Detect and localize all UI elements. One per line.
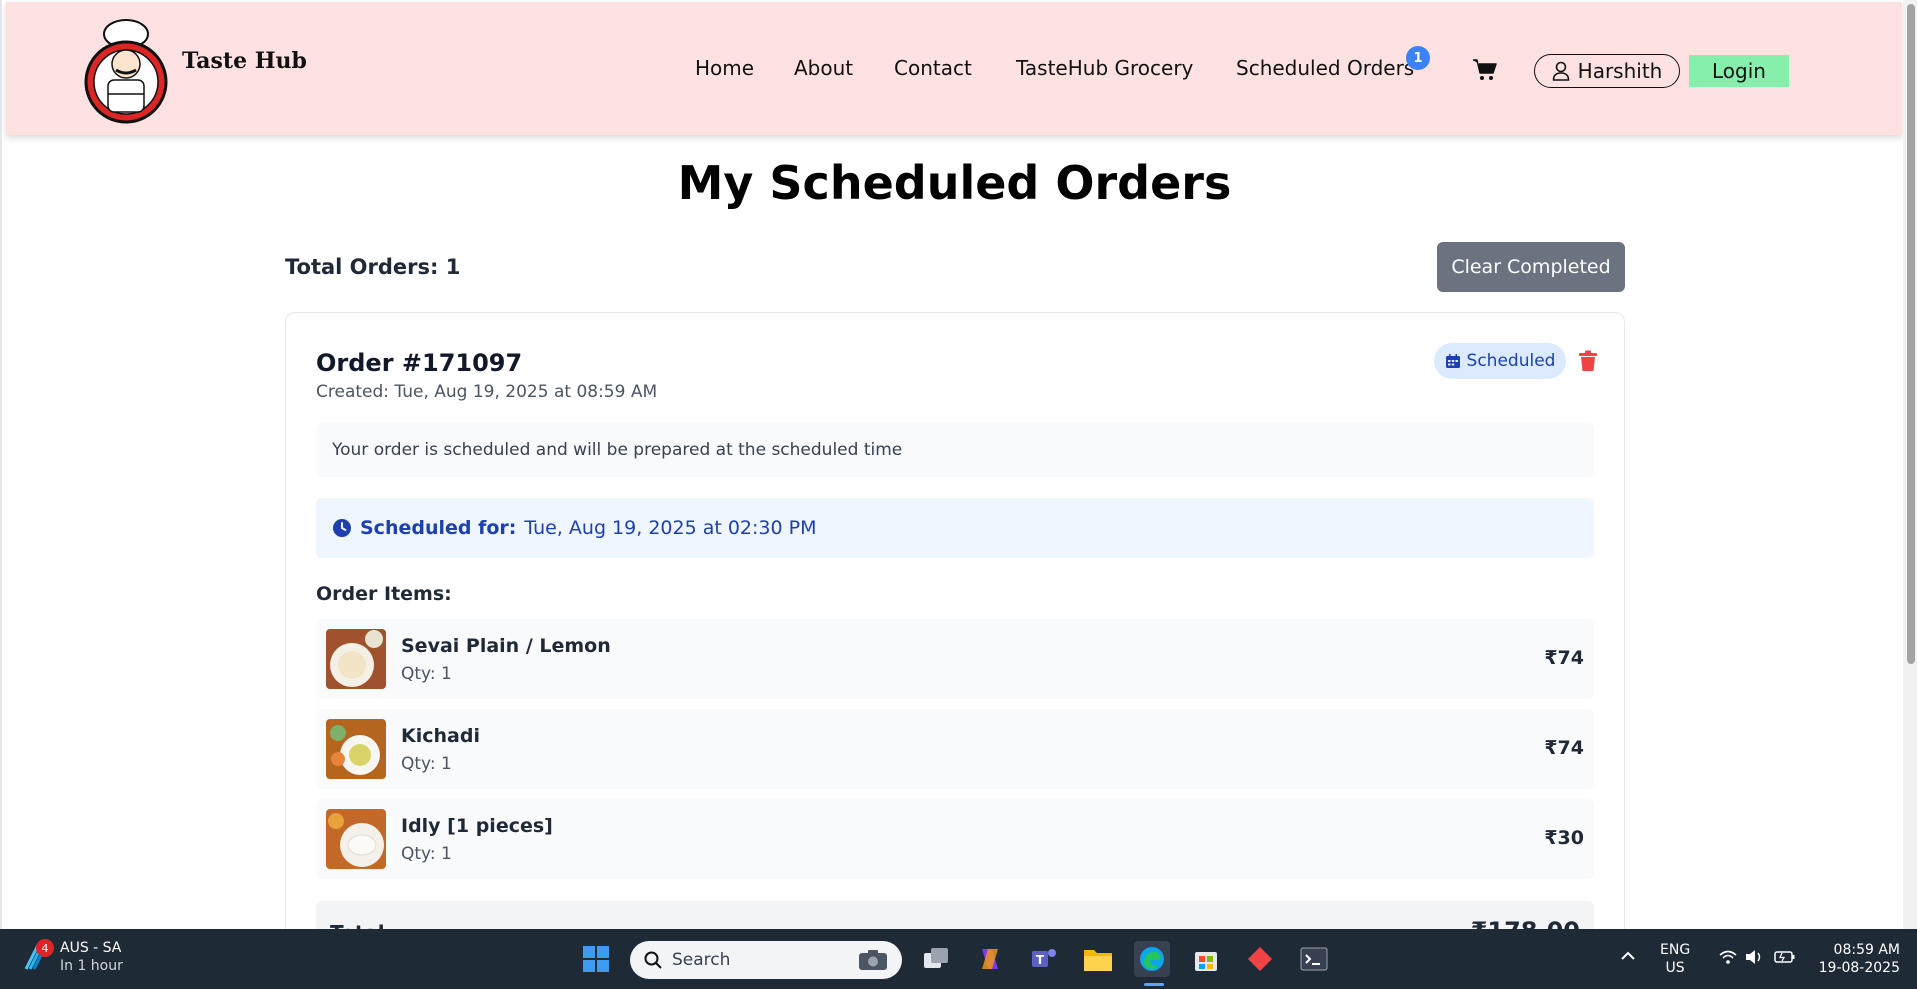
food-image-kichadi <box>326 719 386 779</box>
status-label: Scheduled <box>1466 351 1556 371</box>
item-name: Sevai Plain / Lemon <box>401 635 611 657</box>
total-orders-count: Total Orders: 1 <box>285 255 461 279</box>
clock-date: 19-08-2025 <box>1818 960 1900 976</box>
chevron-up-icon[interactable] <box>1620 949 1636 965</box>
food-image-sevai <box>326 629 386 689</box>
navbar: Taste Hub Home About Contact TasteHub Gr… <box>6 2 1902 135</box>
order-created-date: Created: Tue, Aug 19, 2025 at 08:59 AM <box>316 382 658 402</box>
windows-taskbar: 4 AUS - SA In 1 hour Search T ENG US 08:… <box>0 929 1917 989</box>
scheduled-time-box: Scheduled for: Tue, Aug 19, 2025 at 02:3… <box>316 498 1594 558</box>
item-name: Kichadi <box>401 725 480 747</box>
order-card: Order #171097 Created: Tue, Aug 19, 2025… <box>285 312 1625 929</box>
copilot-icon[interactable] <box>972 941 1008 977</box>
brand-name[interactable]: Taste Hub <box>182 48 307 74</box>
clock-time: 08:59 AM <box>1833 942 1900 958</box>
order-total-row: Total: ₹178.00 <box>316 901 1594 929</box>
weather-badge: 4 <box>36 939 54 957</box>
windows-start-icon[interactable] <box>578 941 614 977</box>
active-app-indicator <box>1144 983 1164 986</box>
calendar-icon <box>1445 354 1460 368</box>
page-scrollbar[interactable] <box>1903 0 1917 929</box>
search-icon <box>644 951 662 969</box>
language-bottom: US <box>1665 960 1685 976</box>
browser-viewport: Taste Hub Home About Contact TasteHub Gr… <box>0 0 1917 929</box>
user-icon <box>1552 61 1569 81</box>
trash-icon[interactable] <box>1578 350 1598 372</box>
item-price: ₹30 <box>1544 827 1584 849</box>
item-qty: Qty: 1 <box>401 664 452 684</box>
food-image-idly <box>326 809 386 869</box>
weather-subtitle: In 1 hour <box>60 958 123 974</box>
order-item: Idly [1 pieces] Qty: 1 ₹30 <box>316 799 1594 879</box>
cricket-icon: 4 <box>20 939 54 973</box>
nav-home[interactable]: Home <box>695 56 754 80</box>
weather-widget[interactable]: 4 AUS - SA In 1 hour <box>20 939 123 975</box>
item-price: ₹74 <box>1544 647 1584 669</box>
item-price: ₹74 <box>1544 737 1584 759</box>
nav-scheduled-orders[interactable]: Scheduled Orders <box>1236 56 1414 80</box>
order-item: Kichadi Qty: 1 ₹74 <box>316 709 1594 789</box>
scheduled-for-label: Scheduled for: <box>360 517 517 539</box>
order-status-message: Your order is scheduled and will be prep… <box>316 423 1594 477</box>
order-id: Order #171097 <box>316 349 523 377</box>
clock-icon <box>333 519 351 537</box>
file-explorer-icon[interactable] <box>1080 941 1116 977</box>
page-title: My Scheduled Orders <box>677 156 1232 210</box>
nav-about[interactable]: About <box>794 56 853 80</box>
user-profile-button[interactable]: Harshith <box>1534 54 1680 88</box>
camera-icon <box>859 950 887 970</box>
total-label: Total: <box>330 921 393 929</box>
scrollbar-thumb[interactable] <box>1907 4 1915 664</box>
clear-completed-button[interactable]: Clear Completed <box>1437 242 1625 292</box>
weather-title: AUS - SA <box>60 940 122 956</box>
volume-icon[interactable] <box>1744 949 1764 969</box>
scheduled-count-badge: 1 <box>1406 46 1430 70</box>
chef-logo[interactable] <box>78 14 174 124</box>
task-view-icon[interactable] <box>918 941 954 977</box>
taskbar-search[interactable]: Search <box>630 941 902 979</box>
status-message-text: Your order is scheduled and will be prep… <box>332 440 903 460</box>
teams-icon[interactable]: T <box>1026 941 1062 977</box>
item-qty: Qty: 1 <box>401 844 452 864</box>
microsoft-store-icon[interactable] <box>1188 941 1224 977</box>
order-item: Sevai Plain / Lemon Qty: 1 ₹74 <box>316 619 1594 699</box>
battery-icon[interactable] <box>1774 949 1796 969</box>
total-value: ₹178.00 <box>1471 917 1580 929</box>
user-name: Harshith <box>1577 59 1663 83</box>
terminal-icon[interactable] <box>1296 941 1332 977</box>
nav-contact[interactable]: Contact <box>894 56 972 80</box>
login-button[interactable]: Login <box>1689 55 1789 87</box>
wifi-icon[interactable] <box>1718 949 1738 969</box>
item-qty: Qty: 1 <box>401 754 452 774</box>
language-indicator[interactable]: ENG US <box>1660 941 1690 977</box>
item-name: Idly [1 pieces] <box>401 815 553 837</box>
svg-text:T: T <box>1036 953 1045 967</box>
git-diamond-icon[interactable] <box>1242 941 1278 977</box>
language-top: ENG <box>1660 942 1691 958</box>
nav-grocery[interactable]: TasteHub Grocery <box>1016 56 1193 80</box>
search-placeholder: Search <box>672 950 731 970</box>
cart-icon[interactable] <box>1472 58 1498 82</box>
edge-browser-icon[interactable] <box>1134 941 1170 977</box>
status-badge: Scheduled <box>1434 343 1566 379</box>
system-clock[interactable]: 08:59 AM 19-08-2025 <box>1810 941 1900 977</box>
order-items-title: Order Items: <box>316 583 452 605</box>
scheduled-time: Tue, Aug 19, 2025 at 02:30 PM <box>524 517 817 539</box>
